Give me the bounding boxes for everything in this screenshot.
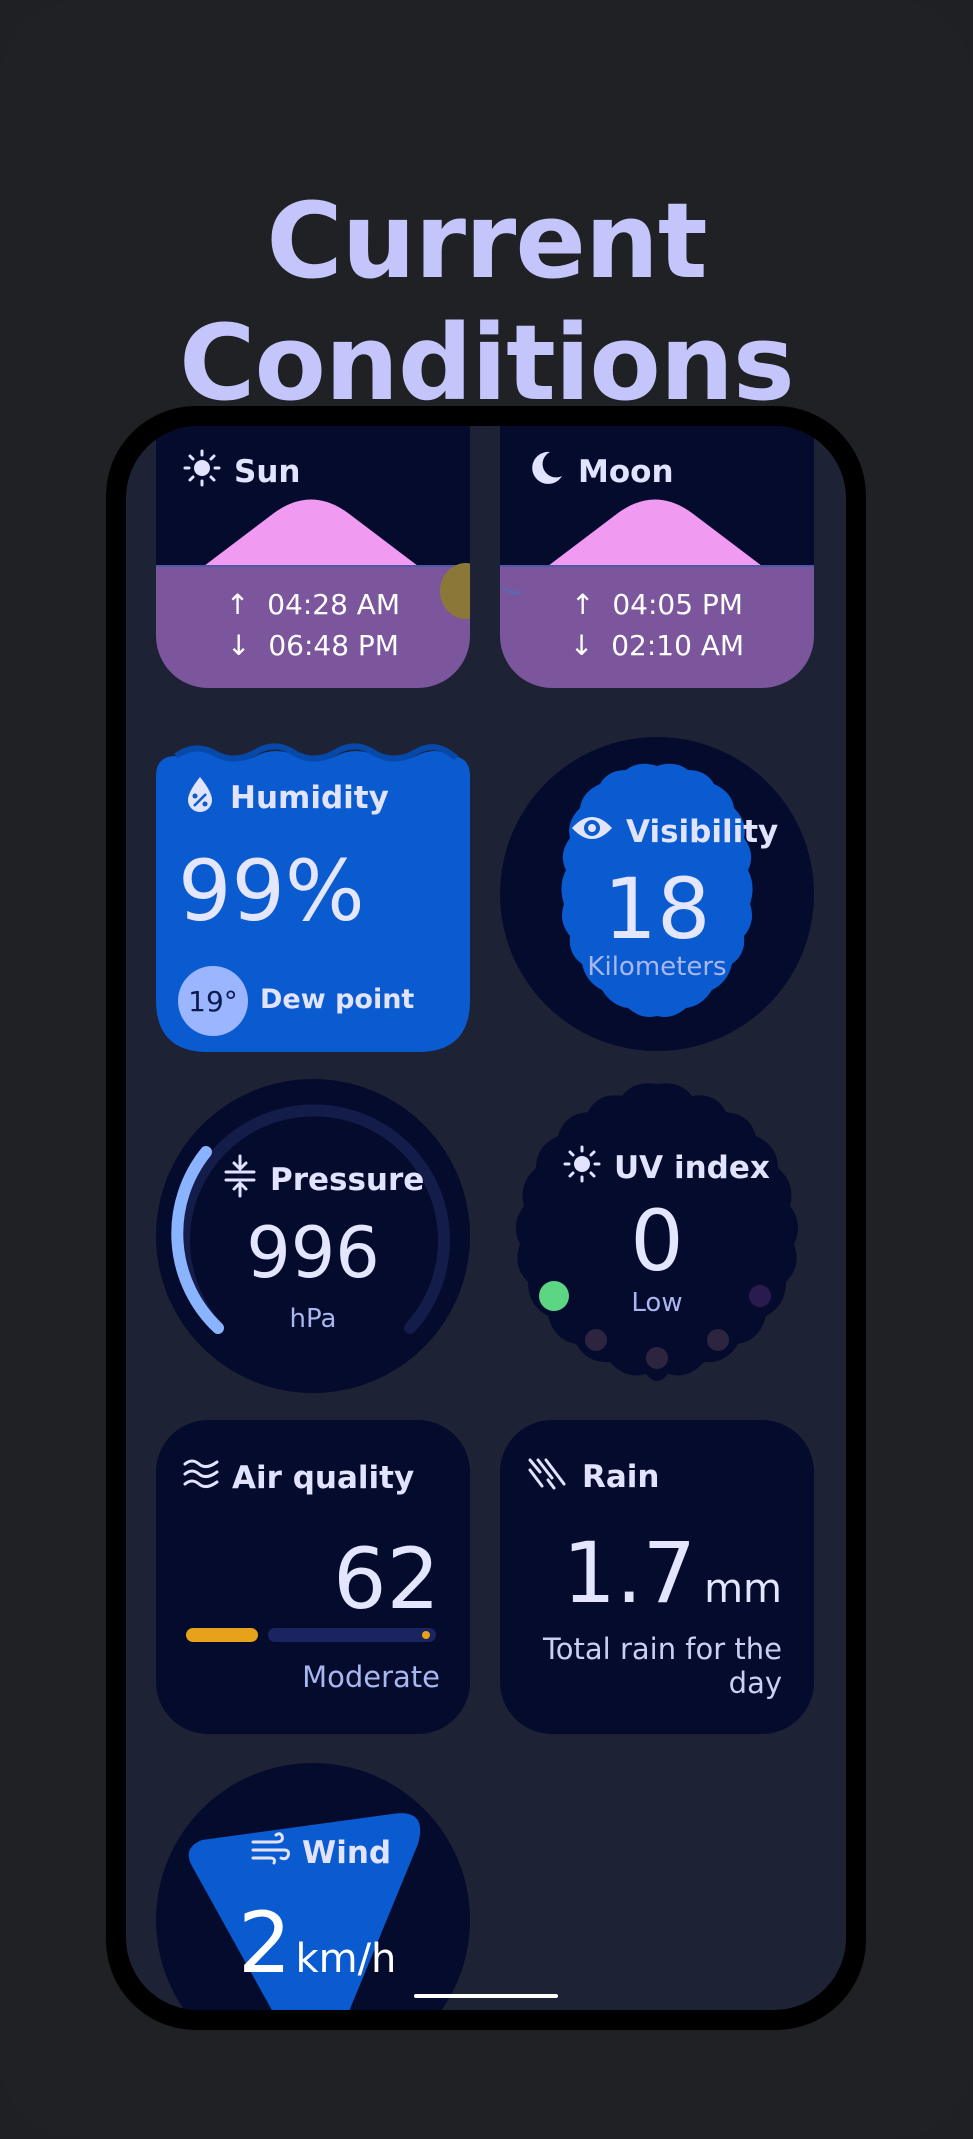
pressure-value: 996 [246, 1212, 380, 1294]
humidity-card[interactable]: Humidity 99% 19° Dew point [156, 736, 470, 1052]
moonrise-arrow-icon: ↑ [571, 588, 595, 621]
moon-card[interactable]: Moon ↑ 04:05 PM ↓ 02:10 AM [500, 426, 814, 688]
sun-label: Sun [234, 454, 301, 490]
moon-icon [526, 448, 566, 496]
page-title: Current Conditions [179, 180, 795, 424]
rain-label: Rain [582, 1459, 660, 1495]
wind-speed: 2 km/h [238, 1894, 396, 1992]
dew-point-label: Dew point [260, 984, 415, 1015]
visibility-card[interactable]: Visibility 18 Kilometers [500, 736, 814, 1052]
phone-screen[interactable]: Sun ↑ 04:28 AM ↓ 06:48 PM Moon ↑ 04:05 P… [126, 426, 846, 2010]
visibility-header: Visibility [570, 812, 778, 852]
uv-sun-icon [562, 1144, 602, 1192]
air-quality-bar [186, 1628, 436, 1642]
air-quality-value: 62 [333, 1530, 440, 1628]
uv-index-level: Low [631, 1288, 683, 1318]
wind-value: 2 [238, 1894, 292, 1992]
pressure-card[interactable]: Pressure 996 hPa [156, 1078, 470, 1394]
water-drop-percent-icon [182, 774, 218, 822]
sunrise-time: 04:28 AM [267, 588, 401, 621]
sun-card[interactable]: Sun ↑ 04:28 AM ↓ 06:48 PM [156, 426, 470, 688]
air-quality-header: Air quality [182, 1456, 414, 1500]
rain-caption-line1: Total rain for the [543, 1632, 782, 1666]
air-quality-label: Air quality [232, 1460, 415, 1496]
rain-card[interactable]: Rain 1.7 mm Total rain for the day [500, 1420, 814, 1734]
moonset-arrow-icon: ↓ [569, 629, 594, 662]
rain-amount: 1.7 mm [562, 1524, 782, 1622]
uv-index-header: UV index [562, 1144, 770, 1192]
uv-index-card[interactable]: UV index 0 Low [500, 1078, 814, 1394]
wind-unit: km/h [295, 1936, 397, 1982]
sunset-arrow-icon: ↓ [227, 629, 251, 662]
uv-index-value: 0 [630, 1192, 684, 1290]
compress-icon [222, 1154, 258, 1206]
visibility-label: Visibility [626, 814, 779, 850]
wind-icon [250, 1832, 290, 1874]
moon-header: Moon [526, 448, 674, 496]
rain-header: Rain [526, 1456, 660, 1498]
pressure-label: Pressure [270, 1162, 425, 1198]
rain-caption-line2: day [728, 1666, 782, 1700]
sun-header: Sun [182, 448, 300, 496]
wind-card[interactable]: Wind 2 km/h [156, 1762, 470, 2010]
rain-streaks-icon [526, 1456, 570, 1498]
pressure-unit: hPa [289, 1304, 337, 1334]
home-indicator[interactable] [414, 1994, 558, 1998]
humidity-label: Humidity [230, 780, 389, 816]
moonrise-time: 04:05 PM [612, 588, 743, 621]
rain-caption: Total rain for the day [543, 1632, 782, 1700]
humidity-header: Humidity [182, 774, 389, 822]
pressure-header: Pressure [222, 1154, 424, 1206]
eye-icon [570, 812, 614, 852]
uv-index-label: UV index [614, 1150, 770, 1186]
wind-header: Wind [250, 1832, 391, 1874]
moon-times: ↑ 04:05 PM ↓ 02:10 AM [500, 584, 814, 666]
sun-icon [182, 448, 222, 496]
visibility-value: 18 [603, 860, 711, 958]
moon-label: Moon [578, 454, 674, 490]
dew-point-badge: 19° [178, 966, 248, 1036]
air-quality-card[interactable]: Air quality 62 Moderate [156, 1420, 470, 1734]
phone-frame: Sun ↑ 04:28 AM ↓ 06:48 PM Moon ↑ 04:05 P… [106, 406, 866, 2030]
air-waves-icon [182, 1456, 220, 1500]
sun-times: ↑ 04:28 AM ↓ 06:48 PM [156, 584, 470, 666]
rain-value: 1.7 [562, 1524, 697, 1622]
app-frame: Current Conditions Sun ↑ 04:28 AM ↓ 06:4… [0, 0, 973, 2139]
moonset-time: 02:10 AM [611, 629, 745, 662]
rain-unit: mm [704, 1566, 782, 1612]
air-quality-level: Moderate [302, 1660, 440, 1694]
sunset-time: 06:48 PM [268, 629, 399, 662]
humidity-value: 99% [178, 842, 365, 940]
wind-label: Wind [302, 1835, 392, 1871]
visibility-unit: Kilometers [587, 952, 727, 982]
sunrise-arrow-icon: ↑ [225, 588, 250, 621]
